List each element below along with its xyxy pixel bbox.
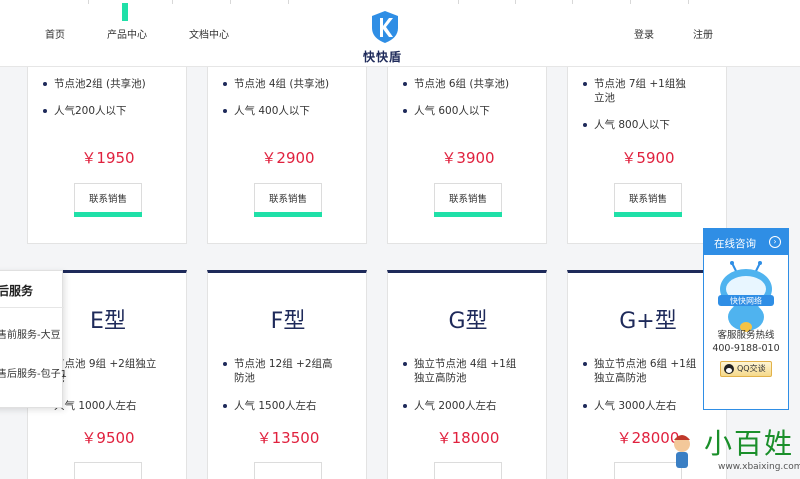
hotline-number: 400-9188-010 xyxy=(712,343,780,354)
bullet xyxy=(403,82,407,86)
hotline-label: 客服服务热线 xyxy=(717,330,775,341)
plan-model: G型 xyxy=(448,309,488,334)
bullet xyxy=(583,362,587,366)
mascot-label: 快快网络 xyxy=(730,296,762,306)
bullet xyxy=(583,123,587,127)
bullet xyxy=(223,82,227,86)
button-accent-bar xyxy=(614,212,682,217)
service-contact-link[interactable]: 售后服务-包子1 xyxy=(0,365,67,380)
service-panel: 后服务 售前服务-大豆 售后服务-包子1 xyxy=(0,270,67,408)
plan-price: ￥3900 xyxy=(441,149,495,167)
qq-chat-button[interactable]: QQ交谈 xyxy=(720,361,772,377)
plan-card: G型 独立节点池 4组 +1组独立高防池 人气 2000人左右 ￥18000 xyxy=(387,270,547,479)
plan-price: ￥18000 xyxy=(436,429,500,447)
feature-item: 人气 3000人左右 xyxy=(583,399,677,413)
bullet xyxy=(223,109,227,113)
bullet xyxy=(43,82,47,86)
plan-price: ￥9500 xyxy=(81,429,135,447)
tab-divider xyxy=(458,0,459,4)
button-accent-bar xyxy=(74,212,142,217)
contact-sales-button[interactable]: 联系销售 xyxy=(74,183,142,217)
tab-divider xyxy=(172,0,173,4)
feature-item: 人气200人以下 xyxy=(43,104,127,118)
feature-item: 人气 2000人左右 xyxy=(403,399,497,413)
plan-card: 节点池 7组 +1组独立池 人气 800人以下 ￥5900 联系销售 xyxy=(567,60,727,244)
bullet xyxy=(583,404,587,408)
contact-sales-button[interactable]: 联系销售 xyxy=(254,183,322,217)
tab-divider xyxy=(88,0,89,4)
contact-sales-button[interactable] xyxy=(74,462,142,479)
service-panel-title: 后服务 xyxy=(0,284,34,298)
tab-strip xyxy=(0,0,800,4)
plan-card: F型 节点池 12组 +2组高防池 人气 1500人左右 ￥13500 xyxy=(207,270,367,479)
tab-divider xyxy=(572,0,573,4)
feature-item: 人气 1000人左右 xyxy=(43,399,137,413)
bullet xyxy=(403,109,407,113)
watermark-text: 小百姓 xyxy=(704,427,795,460)
contact-sales-button[interactable]: 联系销售 xyxy=(434,183,502,217)
feature-item: 独立节点池 4组 +1组独立高防池 xyxy=(403,357,518,385)
top-nav-bar: 首页 产品中心 文档中心 快快盾 登录 注册 xyxy=(0,0,800,67)
nav-docs[interactable]: 文档中心 xyxy=(189,26,229,41)
feature-item: 人气 800人以下 xyxy=(583,118,670,132)
feature-item: 节点池 12组 +2组高防池 xyxy=(223,357,338,385)
chevron-right-icon[interactable]: › xyxy=(769,236,781,248)
login-link[interactable]: 登录 xyxy=(634,26,654,41)
contact-sales-button[interactable] xyxy=(254,462,322,479)
plan-card: 节点池2组 (共享池) 人气200人以下 ￥1950 联系销售 xyxy=(27,60,187,244)
tab-divider xyxy=(288,0,289,4)
nav-products[interactable]: 产品中心 xyxy=(107,26,147,41)
feature-item: 人气 400人以下 xyxy=(223,104,310,118)
tab-divider xyxy=(688,0,689,4)
plan-price: ￥13500 xyxy=(256,429,320,447)
plan-card: 节点池 6组 (共享池) 人气 600人以下 ￥3900 联系销售 xyxy=(387,60,547,244)
register-link[interactable]: 注册 xyxy=(693,26,713,41)
bullet xyxy=(43,109,47,113)
plan-price: ￥5900 xyxy=(621,149,675,167)
bullet xyxy=(403,362,407,366)
button-accent-bar xyxy=(254,212,322,217)
service-contact-link[interactable]: 售前服务-大豆 xyxy=(0,326,61,341)
feature-item: 独立节点池 6组 +1组独立高防池 xyxy=(583,357,698,385)
tab-divider xyxy=(630,0,631,4)
plan-price: ￥2900 xyxy=(261,149,315,167)
online-consult-widget: 在线咨询 › 快快网络 客服服务热线 400-9188-010 QQ交谈 xyxy=(703,228,789,410)
brand-name: 快快盾 xyxy=(363,50,403,64)
feature-item: 节点池 9组 +2组独立池 xyxy=(43,357,158,385)
feature-item: 人气 600人以下 xyxy=(403,104,490,118)
bullet xyxy=(223,404,227,408)
brand-logo-icon[interactable] xyxy=(370,10,400,44)
active-nav-indicator xyxy=(122,3,128,21)
feature-item: 节点池 4组 (共享池) xyxy=(223,77,329,91)
plan-price: ￥1950 xyxy=(81,149,135,167)
mascot-robot-icon: 快快网络 xyxy=(718,261,774,332)
contact-sales-button[interactable] xyxy=(434,462,502,479)
bullet xyxy=(583,82,587,86)
plan-card: 节点池 4组 (共享池) 人气 400人以下 ￥2900 联系销售 xyxy=(207,60,367,244)
tab-divider xyxy=(515,0,516,4)
tab-divider xyxy=(230,0,231,4)
service-panel-header: 后服务 xyxy=(0,271,64,308)
consult-title: 在线咨询 xyxy=(714,238,756,250)
feature-item: 人气 1500人左右 xyxy=(223,399,317,413)
feature-item: 节点池 7组 +1组独立池 xyxy=(583,77,694,105)
nav-home[interactable]: 首页 xyxy=(45,26,65,41)
feature-item: 节点池 6组 (共享池) xyxy=(403,77,509,91)
bullet xyxy=(403,404,407,408)
button-accent-bar xyxy=(434,212,502,217)
contact-sales-button[interactable]: 联系销售 xyxy=(614,183,682,217)
qq-penguin-icon xyxy=(724,364,734,374)
plan-model: F型 xyxy=(270,309,306,334)
feature-item: 节点池2组 (共享池) xyxy=(43,77,146,91)
bullet xyxy=(223,362,227,366)
consult-header[interactable]: 在线咨询 › xyxy=(704,229,788,255)
watermark-url: www.xbaixing.com xyxy=(718,462,800,472)
